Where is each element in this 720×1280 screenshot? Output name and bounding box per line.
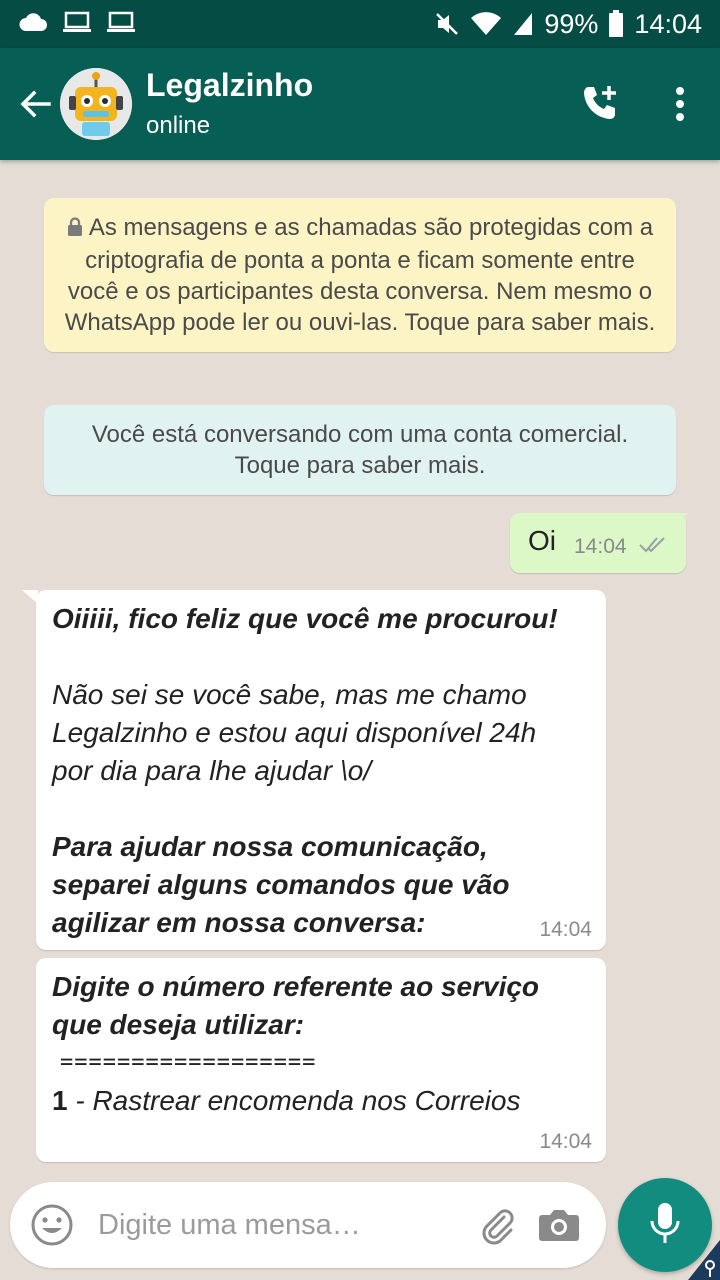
signal-icon bbox=[512, 11, 534, 37]
message-line: Legalzinho e estou aqui disponível 24h bbox=[52, 717, 537, 748]
presence-status: online bbox=[146, 112, 211, 139]
cloud-icon bbox=[18, 11, 48, 38]
encryption-notice-text: As mensagens e as chamadas são protegida… bbox=[64, 214, 656, 336]
message-time: 14:04 bbox=[574, 535, 627, 558]
emoji-icon[interactable] bbox=[12, 1182, 92, 1268]
double-check-icon bbox=[638, 535, 670, 560]
status-time: 14:04 bbox=[634, 8, 702, 39]
more-vert-icon[interactable] bbox=[640, 48, 720, 160]
battery-icon bbox=[608, 10, 624, 38]
message-line: agilizar em nossa conversa: bbox=[52, 907, 426, 938]
message-composer: Digite uma mensa… bbox=[10, 1182, 606, 1268]
separator-line: ================== bbox=[60, 1050, 317, 1075]
back-arrow-icon[interactable] bbox=[6, 48, 64, 160]
message-text: Oi bbox=[528, 525, 556, 556]
message-line: separei alguns comandos que vão bbox=[52, 869, 510, 900]
camera-icon[interactable] bbox=[528, 1182, 590, 1268]
add-call-icon[interactable] bbox=[560, 48, 640, 160]
incoming-message[interactable]: Oiiiii, fico feliz que você me procurou!… bbox=[36, 590, 606, 950]
status-bar: 99% 14:04 bbox=[0, 0, 720, 48]
contact-name[interactable]: Legalzinho bbox=[146, 66, 313, 104]
robot-avatar[interactable] bbox=[60, 68, 132, 140]
accessibility-icon bbox=[688, 1240, 720, 1280]
option-number: 1 bbox=[52, 1085, 68, 1116]
menu-option: 1 - Rastrear encomenda nos Correios bbox=[52, 1082, 592, 1120]
attach-icon[interactable] bbox=[466, 1182, 528, 1268]
message-time: 14:04 bbox=[539, 1130, 592, 1153]
message-line: que deseja utilizar: bbox=[52, 1009, 305, 1040]
chat-header: Legalzinho online bbox=[0, 48, 720, 160]
business-notice-line1: Você está conversando com uma conta come… bbox=[91, 421, 629, 448]
message-input[interactable]: Digite uma mensa… bbox=[92, 1209, 466, 1242]
mute-icon bbox=[434, 11, 460, 37]
message-line: por dia para lhe ajudar \o/ bbox=[52, 755, 372, 786]
mic-icon bbox=[648, 1201, 682, 1250]
message-line: Oiiiii, fico feliz que você me procurou! bbox=[52, 603, 558, 634]
encryption-notice[interactable]: As mensagens e as chamadas são protegida… bbox=[44, 198, 676, 352]
laptop-icon bbox=[106, 11, 136, 38]
message-time: 14:04 bbox=[539, 918, 592, 941]
incoming-message[interactable]: Digite o número referente ao serviço que… bbox=[36, 958, 606, 1162]
message-line: Para ajudar nossa comunicação, bbox=[52, 831, 488, 862]
chat-area[interactable]: As mensagens e as chamadas são protegida… bbox=[0, 160, 720, 1180]
laptop-icon bbox=[62, 11, 92, 38]
battery-level: 99% bbox=[544, 8, 599, 39]
business-notice-line2: Toque para saber mais. bbox=[234, 452, 486, 479]
wifi-icon bbox=[470, 11, 502, 37]
lock-icon bbox=[67, 214, 83, 245]
option-text: - Rastrear encomenda nos Correios bbox=[67, 1085, 521, 1116]
message-line: Não sei se você sabe, mas me chamo bbox=[52, 679, 527, 710]
outgoing-message[interactable]: Oi 14:04 bbox=[510, 513, 686, 573]
business-account-notice[interactable]: Você está conversando com uma conta come… bbox=[44, 405, 676, 495]
message-line: Digite o número referente ao serviço bbox=[52, 971, 540, 1002]
